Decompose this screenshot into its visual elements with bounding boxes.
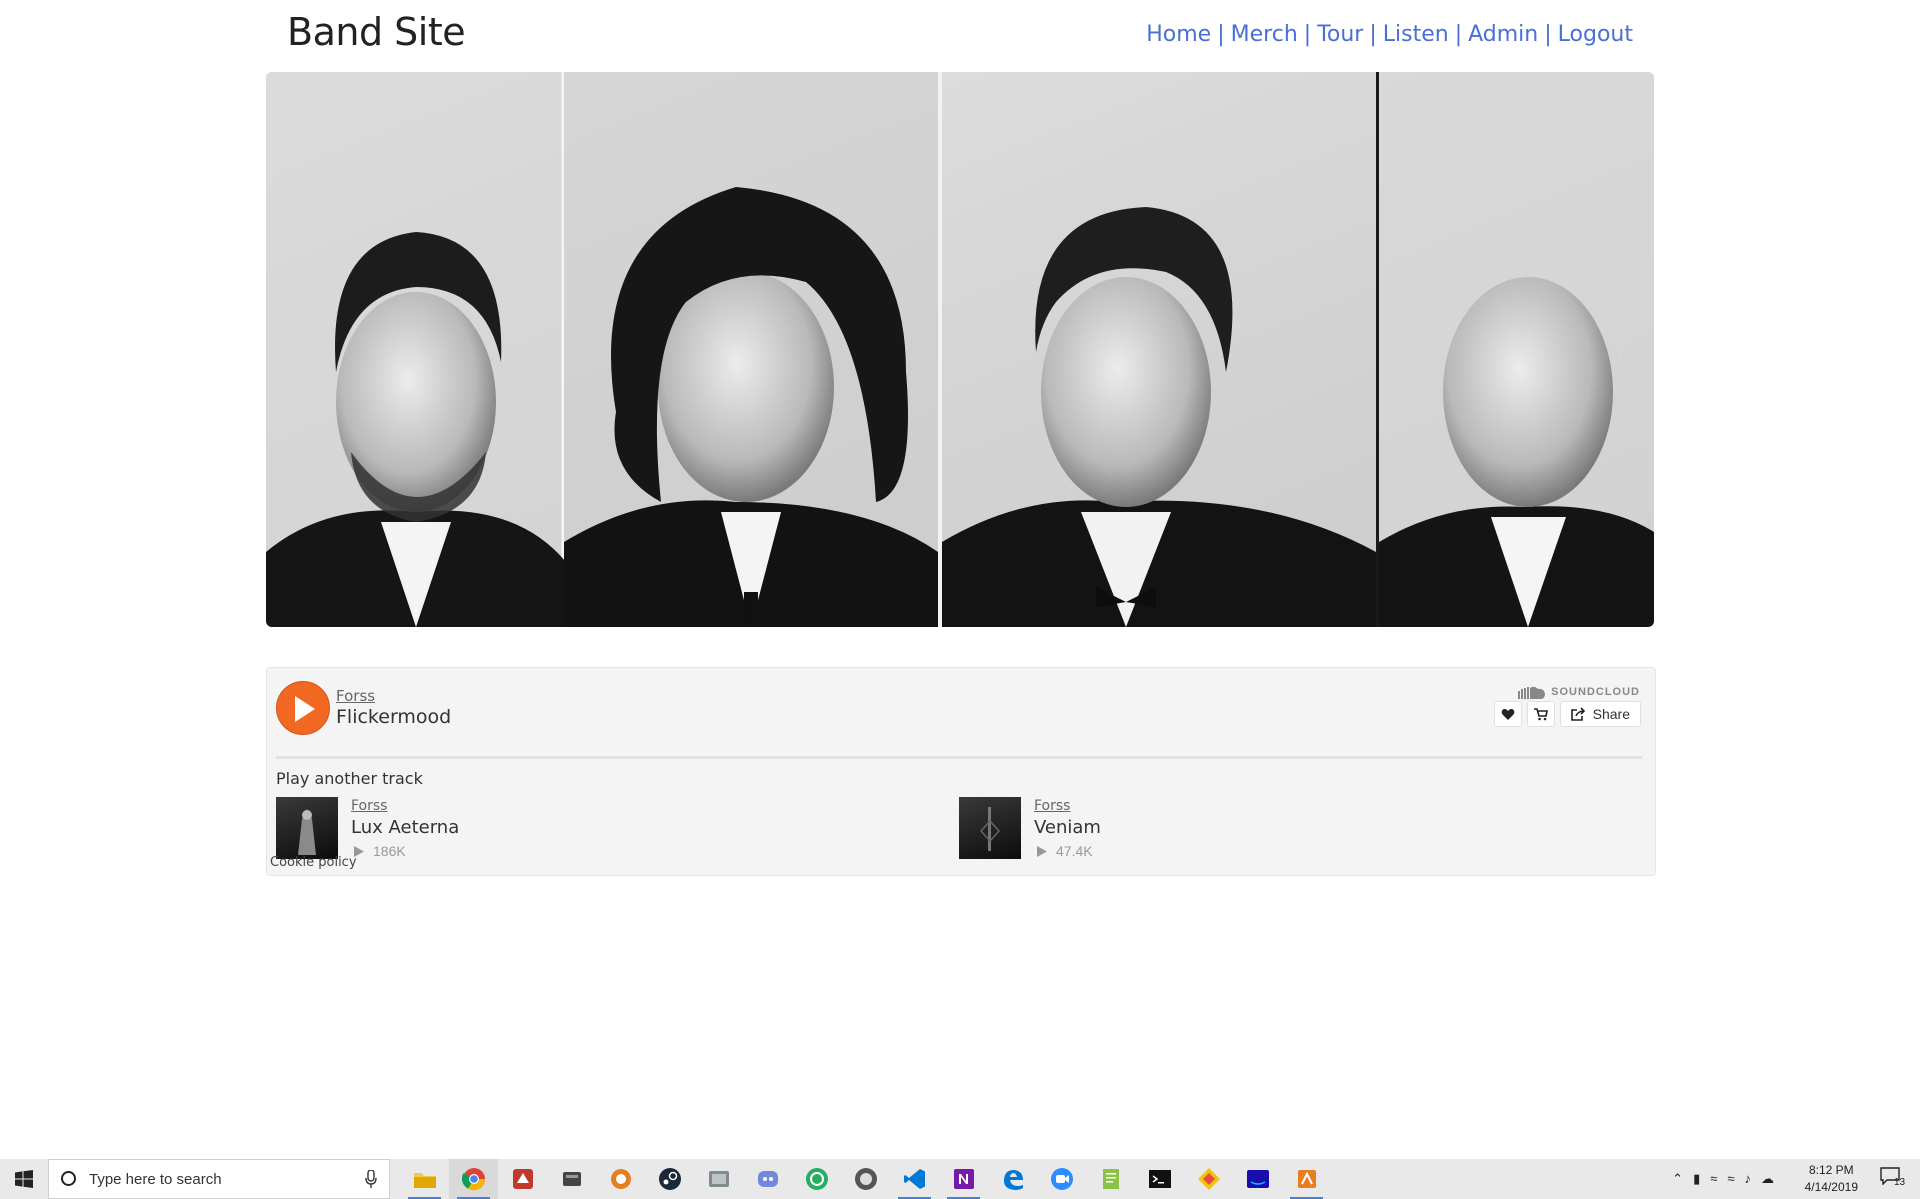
start-button[interactable] — [0, 1159, 48, 1199]
windows-logo-icon — [15, 1170, 33, 1188]
app-icon[interactable] — [547, 1159, 596, 1199]
soundcloud-cloud-icon — [1518, 686, 1546, 699]
nav-tour[interactable]: Tour — [1317, 22, 1363, 47]
search-placeholder: Type here to search — [89, 1171, 222, 1188]
rec-track-title[interactable]: Lux Aeterna — [351, 817, 459, 838]
site-brand[interactable]: Band Site — [287, 10, 466, 54]
action-center-button[interactable]: 13 — [1880, 1167, 1908, 1191]
soundcloud-logo[interactable]: SOUNDCLOUD — [1518, 685, 1640, 699]
wifi-icon[interactable]: ≈ — [1727, 1171, 1734, 1187]
notification-count: 13 — [1894, 1177, 1906, 1188]
track-artwork[interactable] — [276, 797, 338, 859]
microphone-icon[interactable] — [365, 1170, 377, 1188]
chrome-icon[interactable] — [449, 1159, 498, 1199]
terminal-icon[interactable] — [1135, 1159, 1184, 1199]
buy-button[interactable] — [1526, 701, 1555, 727]
play-icon — [295, 696, 315, 722]
cart-icon — [1533, 707, 1548, 720]
track-artist-link[interactable]: Forss — [336, 687, 375, 705]
chevron-up-icon[interactable]: ⌃ — [1672, 1171, 1683, 1187]
share-icon — [1570, 707, 1585, 721]
system-clock[interactable]: 8:12 PM 4/14/2019 — [1805, 1162, 1858, 1196]
nav-admin[interactable]: Admin — [1468, 22, 1538, 47]
nav-home[interactable]: Home — [1146, 22, 1211, 47]
network-icon[interactable]: ≈ — [1710, 1171, 1717, 1187]
clock-time: 8:12 PM — [1808, 1163, 1854, 1177]
steam-icon[interactable] — [645, 1159, 694, 1199]
battery-icon[interactable]: ▮ — [1693, 1171, 1700, 1187]
volume-icon[interactable]: ♪ — [1745, 1171, 1752, 1187]
soundcloud-brand-text: SOUNDCLOUD — [1551, 686, 1640, 698]
site-header: Band Site Home | Merch | Tour | Listen | Admin | L… — [266, 0, 1654, 72]
app-icon[interactable] — [1184, 1159, 1233, 1199]
rec-artist-link[interactable]: Forss — [1034, 798, 1070, 814]
waveform-progress-bar[interactable] — [276, 756, 1642, 759]
app-icon[interactable] — [841, 1159, 890, 1199]
rec-artist-link[interactable]: Forss — [351, 798, 387, 814]
app-icon[interactable] — [792, 1159, 841, 1199]
cortana-icon — [61, 1171, 76, 1186]
app-icon[interactable] — [596, 1159, 645, 1199]
track-actions: Share — [1493, 701, 1641, 727]
vscode-icon[interactable] — [890, 1159, 939, 1199]
taskbar-apps — [400, 1159, 1331, 1199]
zoom-icon[interactable] — [1037, 1159, 1086, 1199]
track-title[interactable]: Flickermood — [336, 706, 451, 728]
clock-date: 4/14/2019 — [1804, 1180, 1858, 1194]
rec-track-title[interactable]: Veniam — [1034, 817, 1101, 838]
heart-icon — [1501, 708, 1515, 720]
band-photo — [266, 72, 1654, 627]
track-artwork[interactable] — [959, 797, 1021, 859]
nav-logout[interactable]: Logout — [1558, 22, 1633, 47]
amazon-music-icon[interactable] — [1233, 1159, 1282, 1199]
share-button[interactable]: Share — [1559, 701, 1641, 727]
play-button[interactable] — [276, 681, 330, 735]
rec-play-count: 47.4K — [1036, 843, 1093, 859]
share-label: Share — [1592, 706, 1630, 722]
play-count-icon — [1037, 845, 1047, 857]
file-explorer-icon[interactable] — [400, 1159, 449, 1199]
rec-play-count: 186K — [353, 843, 406, 859]
taskbar-search-box[interactable]: Type here to search — [48, 1159, 390, 1199]
nav-merch[interactable]: Merch — [1231, 22, 1298, 47]
cookie-policy-link[interactable]: Cookie policy — [270, 855, 357, 870]
like-button[interactable] — [1493, 701, 1522, 727]
soundcloud-widget: Forss Flickermood SOUNDCLOUD Share Play … — [266, 667, 1656, 876]
notepad-icon[interactable] — [1086, 1159, 1135, 1199]
app-icon[interactable] — [1282, 1159, 1331, 1199]
app-icon[interactable] — [694, 1159, 743, 1199]
onedrive-cloud-icon[interactable]: ☁ — [1761, 1171, 1774, 1187]
nav-listen[interactable]: Listen — [1383, 22, 1449, 47]
app-icon[interactable] — [498, 1159, 547, 1199]
windows-taskbar: Type here to search ⌃ ▮ ≈ ≈ ♪ ☁ 8:12 PM … — [0, 1159, 1920, 1199]
band-photo-illustration — [266, 72, 1654, 627]
play-another-heading: Play another track — [276, 769, 423, 788]
main-nav: Home | Merch | Tour | Listen | Admin | Logout — [1146, 22, 1633, 47]
discord-icon[interactable] — [743, 1159, 792, 1199]
edge-icon[interactable] — [988, 1159, 1037, 1199]
onenote-icon[interactable] — [939, 1159, 988, 1199]
